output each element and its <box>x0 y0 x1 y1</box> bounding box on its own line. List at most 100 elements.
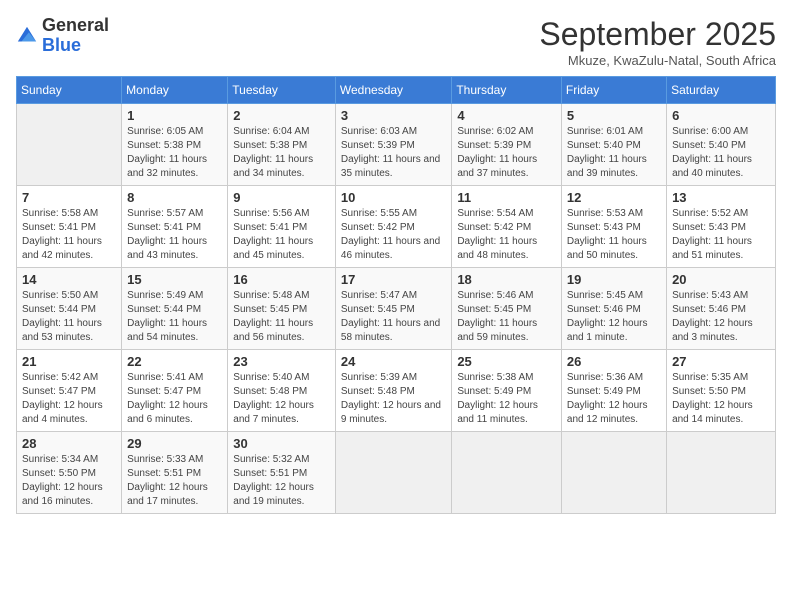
calendar-cell: 5 Sunrise: 6:01 AMSunset: 5:40 PMDaylight… <box>561 104 666 186</box>
day-number: 24 <box>341 354 446 369</box>
calendar-cell: 26 Sunrise: 5:36 AMSunset: 5:49 PMDayligh… <box>561 350 666 432</box>
day-info: Sunrise: 5:40 AMSunset: 5:48 PMDaylight:… <box>233 371 330 427</box>
calendar-cell: 20 Sunrise: 5:43 AMSunset: 5:46 PMDayligh… <box>667 268 776 350</box>
day-info: Sunrise: 5:47 AMSunset: 5:45 PMDaylight:… <box>341 289 446 345</box>
calendar-week-row: 14 Sunrise: 5:50 AMSunset: 5:44 PMDayligh… <box>17 268 776 350</box>
day-number: 8 <box>127 190 222 205</box>
day-number: 18 <box>457 272 556 287</box>
calendar-cell <box>561 432 666 514</box>
calendar-cell: 11 Sunrise: 5:54 AMSunset: 5:42 PMDayligh… <box>452 186 562 268</box>
calendar-week-row: 7Sunrise: 5:58 AMSunset: 5:41 PMDaylight… <box>17 186 776 268</box>
weekday-header-tuesday: Tuesday <box>228 77 336 104</box>
day-info: Sunrise: 5:55 AMSunset: 5:42 PMDaylight:… <box>341 207 446 263</box>
calendar-cell: 15 Sunrise: 5:49 AMSunset: 5:44 PMDayligh… <box>122 268 228 350</box>
day-number: 23 <box>233 354 330 369</box>
day-number: 14 <box>22 272 116 287</box>
day-info: Sunrise: 5:58 AMSunset: 5:41 PMDaylight:… <box>22 207 116 263</box>
calendar-cell: 1Sunrise: 6:05 AMSunset: 5:38 PMDaylight… <box>122 104 228 186</box>
day-number: 27 <box>672 354 770 369</box>
calendar-week-row: 1Sunrise: 6:05 AMSunset: 5:38 PMDaylight… <box>17 104 776 186</box>
day-number: 26 <box>567 354 661 369</box>
day-number: 3 <box>341 108 446 123</box>
calendar-cell: 27Sunrise: 5:35 AMSunset: 5:50 PMDayligh… <box>667 350 776 432</box>
calendar-cell: 18 Sunrise: 5:46 AMSunset: 5:45 PMDayligh… <box>452 268 562 350</box>
calendar-cell <box>667 432 776 514</box>
day-number: 29 <box>127 436 222 451</box>
calendar-cell <box>452 432 562 514</box>
day-info: Sunrise: 6:04 AMSunset: 5:38 PMDaylight:… <box>233 125 330 181</box>
day-number: 28 <box>22 436 116 451</box>
weekday-header-friday: Friday <box>561 77 666 104</box>
day-info: Sunrise: 5:38 AMSunset: 5:49 PMDaylight:… <box>457 371 556 427</box>
day-info: Sunrise: 5:53 AMSunset: 5:43 PMDaylight:… <box>567 207 661 263</box>
calendar-cell: 4 Sunrise: 6:02 AMSunset: 5:39 PMDaylight… <box>452 104 562 186</box>
day-info: Sunrise: 5:42 AMSunset: 5:47 PMDaylight:… <box>22 371 116 427</box>
day-number: 6 <box>672 108 770 123</box>
day-number: 30 <box>233 436 330 451</box>
calendar-cell: 8 Sunrise: 5:57 AMSunset: 5:41 PMDaylight… <box>122 186 228 268</box>
day-info: Sunrise: 6:03 AMSunset: 5:39 PMDaylight:… <box>341 125 446 181</box>
day-info: Sunrise: 5:32 AMSunset: 5:51 PMDaylight:… <box>233 453 330 509</box>
calendar-cell: 10 Sunrise: 5:55 AMSunset: 5:42 PMDayligh… <box>335 186 451 268</box>
day-number: 4 <box>457 108 556 123</box>
calendar-cell: 22 Sunrise: 5:41 AMSunset: 5:47 PMDayligh… <box>122 350 228 432</box>
calendar-cell: 25 Sunrise: 5:38 AMSunset: 5:49 PMDayligh… <box>452 350 562 432</box>
calendar-cell: 13 Sunrise: 5:52 AMSunset: 5:43 PMDayligh… <box>667 186 776 268</box>
calendar-cell: 21 Sunrise: 5:42 AMSunset: 5:47 PMDayligh… <box>17 350 122 432</box>
day-number: 10 <box>341 190 446 205</box>
day-info: Sunrise: 5:57 AMSunset: 5:41 PMDaylight:… <box>127 207 222 263</box>
location-subtitle: Mkuze, KwaZulu-Natal, South Africa <box>539 53 776 68</box>
calendar-cell: 9 Sunrise: 5:56 AMSunset: 5:41 PMDaylight… <box>228 186 336 268</box>
weekday-header-saturday: Saturday <box>667 77 776 104</box>
calendar-cell <box>17 104 122 186</box>
day-number: 2 <box>233 108 330 123</box>
logo-text: General Blue <box>42 16 109 56</box>
day-number: 11 <box>457 190 556 205</box>
logo-general: General <box>42 15 109 35</box>
logo-blue: Blue <box>42 35 81 55</box>
day-info: Sunrise: 5:50 AMSunset: 5:44 PMDaylight:… <box>22 289 116 345</box>
day-number: 21 <box>22 354 116 369</box>
calendar-cell: 7Sunrise: 5:58 AMSunset: 5:41 PMDaylight… <box>17 186 122 268</box>
logo-icon <box>16 25 38 47</box>
weekday-header-wednesday: Wednesday <box>335 77 451 104</box>
day-info: Sunrise: 6:01 AMSunset: 5:40 PMDaylight:… <box>567 125 661 181</box>
calendar-table: SundayMondayTuesdayWednesdayThursdayFrid… <box>16 76 776 514</box>
weekday-header-sunday: Sunday <box>17 77 122 104</box>
day-number: 5 <box>567 108 661 123</box>
logo: General Blue <box>16 16 109 56</box>
calendar-cell: 14 Sunrise: 5:50 AMSunset: 5:44 PMDayligh… <box>17 268 122 350</box>
day-info: Sunrise: 5:41 AMSunset: 5:47 PMDaylight:… <box>127 371 222 427</box>
calendar-cell: 12Sunrise: 5:53 AMSunset: 5:43 PMDayligh… <box>561 186 666 268</box>
calendar-cell: 2 Sunrise: 6:04 AMSunset: 5:38 PMDaylight… <box>228 104 336 186</box>
weekday-header-monday: Monday <box>122 77 228 104</box>
day-number: 17 <box>341 272 446 287</box>
calendar-cell: 19Sunrise: 5:45 AMSunset: 5:46 PMDayligh… <box>561 268 666 350</box>
day-info: Sunrise: 5:43 AMSunset: 5:46 PMDaylight:… <box>672 289 770 345</box>
day-info: Sunrise: 5:34 AMSunset: 5:50 PMDaylight:… <box>22 453 116 509</box>
day-number: 22 <box>127 354 222 369</box>
weekday-header-thursday: Thursday <box>452 77 562 104</box>
calendar-cell: 30 Sunrise: 5:32 AMSunset: 5:51 PMDayligh… <box>228 432 336 514</box>
calendar-week-row: 28 Sunrise: 5:34 AMSunset: 5:50 PMDayligh… <box>17 432 776 514</box>
calendar-cell: 24 Sunrise: 5:39 AMSunset: 5:48 PMDayligh… <box>335 350 451 432</box>
calendar-cell: 28 Sunrise: 5:34 AMSunset: 5:50 PMDayligh… <box>17 432 122 514</box>
day-number: 9 <box>233 190 330 205</box>
day-info: Sunrise: 5:36 AMSunset: 5:49 PMDaylight:… <box>567 371 661 427</box>
day-info: Sunrise: 5:46 AMSunset: 5:45 PMDaylight:… <box>457 289 556 345</box>
day-info: Sunrise: 6:00 AMSunset: 5:40 PMDaylight:… <box>672 125 770 181</box>
day-info: Sunrise: 5:39 AMSunset: 5:48 PMDaylight:… <box>341 371 446 427</box>
day-info: Sunrise: 5:52 AMSunset: 5:43 PMDaylight:… <box>672 207 770 263</box>
day-number: 20 <box>672 272 770 287</box>
day-info: Sunrise: 5:54 AMSunset: 5:42 PMDaylight:… <box>457 207 556 263</box>
day-info: Sunrise: 5:49 AMSunset: 5:44 PMDaylight:… <box>127 289 222 345</box>
calendar-cell: 29Sunrise: 5:33 AMSunset: 5:51 PMDayligh… <box>122 432 228 514</box>
day-number: 25 <box>457 354 556 369</box>
day-info: Sunrise: 6:05 AMSunset: 5:38 PMDaylight:… <box>127 125 222 181</box>
day-number: 19 <box>567 272 661 287</box>
day-number: 15 <box>127 272 222 287</box>
day-number: 13 <box>672 190 770 205</box>
day-info: Sunrise: 5:56 AMSunset: 5:41 PMDaylight:… <box>233 207 330 263</box>
day-number: 16 <box>233 272 330 287</box>
day-info: Sunrise: 6:02 AMSunset: 5:39 PMDaylight:… <box>457 125 556 181</box>
